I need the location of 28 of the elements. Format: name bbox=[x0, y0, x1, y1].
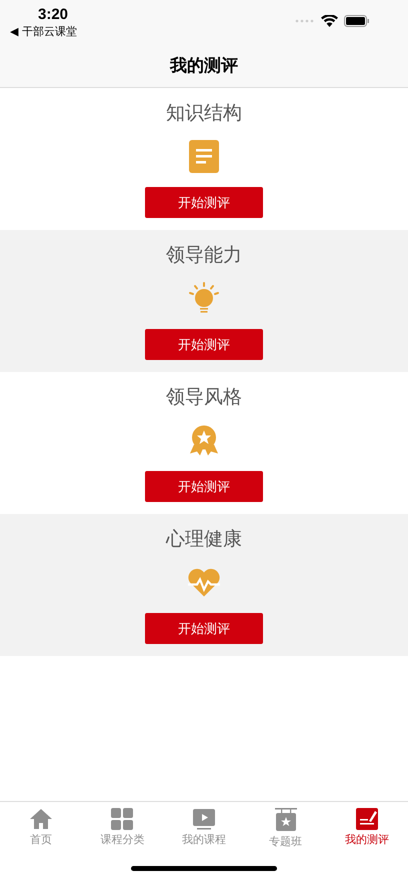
assessment-title: 领导能力 bbox=[166, 243, 242, 267]
start-assessment-button[interactable]: 开始测评 bbox=[145, 329, 263, 360]
tab-bar-item[interactable]: 我的测评 bbox=[332, 808, 402, 847]
start-assessment-button[interactable]: 开始测评 bbox=[145, 471, 263, 502]
video-play-icon bbox=[192, 808, 215, 830]
assessment-title: 知识结构 bbox=[166, 101, 242, 125]
battery-icon bbox=[344, 15, 370, 27]
tab-bar-item[interactable]: 我的课程 bbox=[168, 808, 239, 847]
star-medal-icon bbox=[189, 424, 219, 457]
grid-icon bbox=[111, 808, 134, 830]
tab-bar-item[interactable]: 课程分类 bbox=[87, 808, 158, 847]
back-to-app-link[interactable]: ◀ 干部云课堂 bbox=[10, 24, 77, 40]
light-bulb-icon bbox=[188, 282, 220, 315]
start-assessment-button[interactable]: 开始测评 bbox=[145, 613, 263, 644]
signal-icon bbox=[295, 19, 315, 23]
document-icon bbox=[189, 140, 219, 173]
tab-bar-item[interactable]: 首页 bbox=[6, 808, 76, 847]
page-title: 我的测评 bbox=[170, 55, 238, 77]
pen-paper-icon bbox=[356, 808, 378, 830]
assessment-title: 领导风格 bbox=[166, 385, 242, 409]
hanging-star-sign-icon bbox=[274, 808, 297, 832]
status-time: 3:20 bbox=[38, 6, 68, 24]
tab-bar-item[interactable]: 专题班 bbox=[250, 808, 321, 849]
wifi-icon bbox=[321, 15, 338, 27]
heart-pulse-icon bbox=[187, 566, 221, 599]
assessment-title: 心理健康 bbox=[166, 527, 242, 551]
start-assessment-button[interactable]: 开始测评 bbox=[145, 187, 263, 218]
home-icon bbox=[30, 808, 52, 830]
